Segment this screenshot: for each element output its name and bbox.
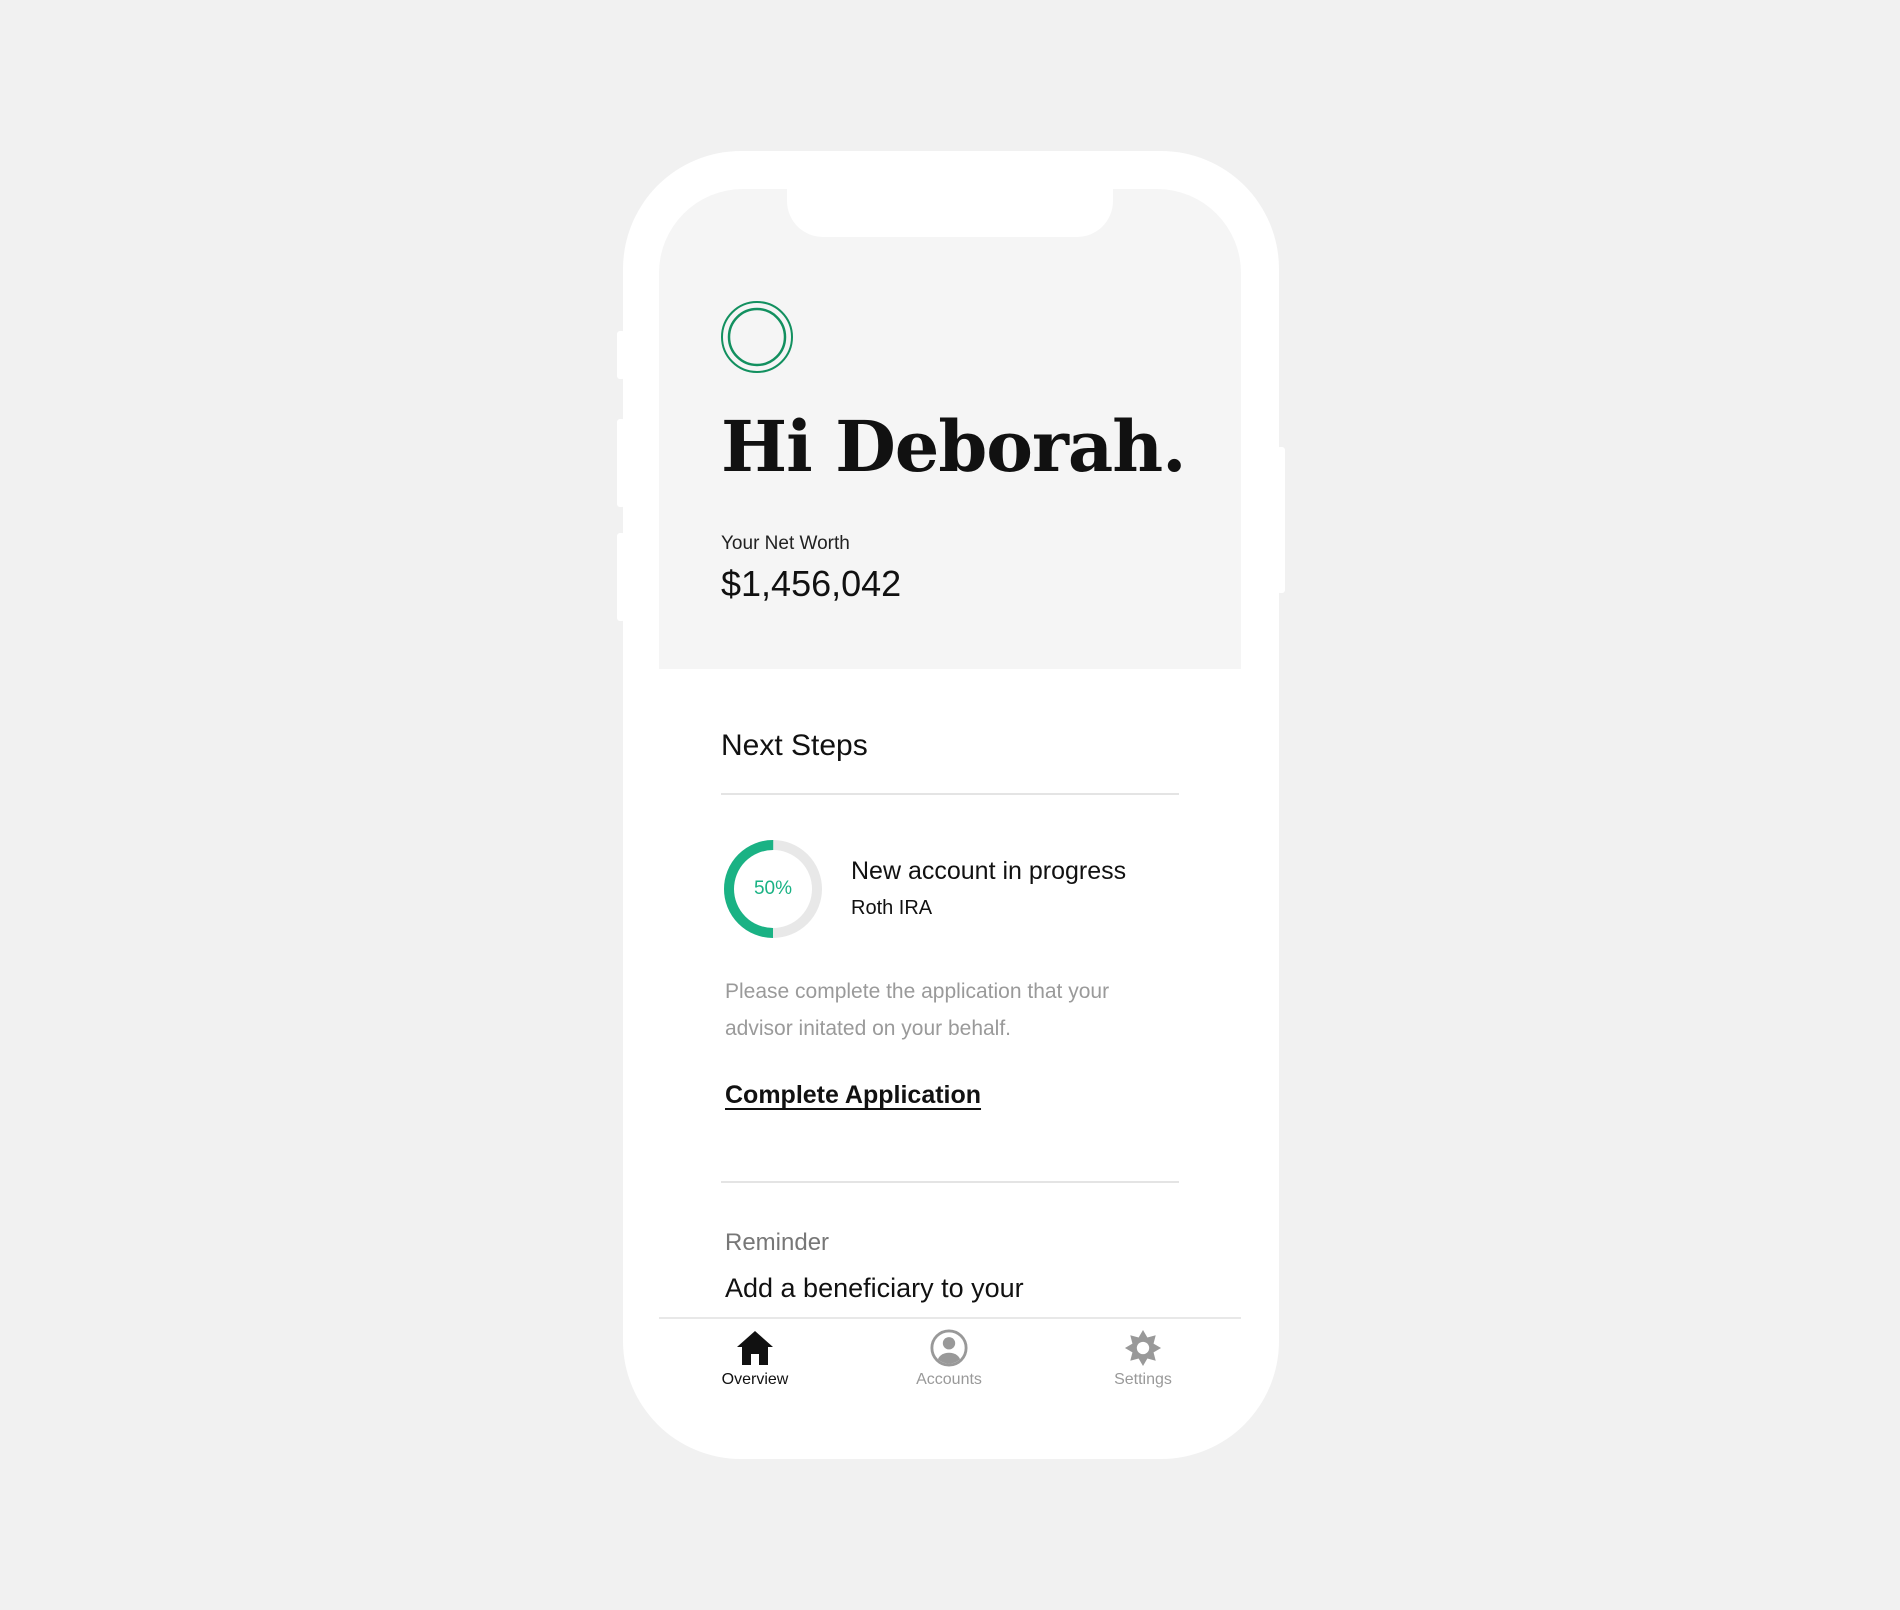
section-title: Next Steps bbox=[721, 729, 868, 762]
side-button-power bbox=[1277, 447, 1285, 593]
complete-application-link[interactable]: Complete Application bbox=[725, 1081, 981, 1110]
tab-label: Overview bbox=[721, 1371, 789, 1388]
net-worth-value: $1,456,042 bbox=[721, 563, 902, 604]
reminder-text: Add a beneficiary to your bbox=[725, 1273, 1024, 1303]
task-title: New account in progress bbox=[851, 857, 1127, 885]
notch bbox=[787, 189, 1113, 237]
phone-screen: Hi Deborah. Your Net Worth $1,456,042 Ne… bbox=[659, 189, 1241, 1377]
divider bbox=[721, 793, 1179, 795]
divider bbox=[721, 1181, 1179, 1183]
task-subtitle: Roth IRA bbox=[851, 897, 933, 919]
task-description: Please complete the application that you… bbox=[725, 980, 1110, 1040]
tab-bar: Overview Accounts Settings bbox=[659, 1317, 1241, 1411]
home-icon bbox=[737, 1331, 773, 1365]
side-button-volume-up bbox=[617, 419, 625, 507]
tab-accounts[interactable]: Accounts bbox=[889, 1329, 1009, 1389]
ring-logo-icon bbox=[721, 301, 793, 373]
reminder-label: Reminder bbox=[725, 1229, 830, 1256]
user-circle-icon bbox=[930, 1329, 968, 1367]
tab-settings[interactable]: Settings bbox=[1083, 1329, 1203, 1389]
side-button-mute bbox=[617, 331, 625, 379]
next-steps-section: Next Steps 50% New account in progress R… bbox=[659, 669, 1241, 1377]
page-title: Hi Deborah. bbox=[721, 405, 1186, 488]
tab-label: Accounts bbox=[916, 1371, 982, 1388]
net-worth-label: Your Net Worth bbox=[721, 533, 850, 554]
header-section: Hi Deborah. Your Net Worth $1,456,042 bbox=[659, 189, 1241, 669]
gear-icon bbox=[1124, 1329, 1162, 1367]
side-button-volume-down bbox=[617, 533, 625, 621]
progress-percent: 50% bbox=[753, 878, 793, 899]
phone-frame: Hi Deborah. Your Net Worth $1,456,042 Ne… bbox=[617, 151, 1285, 1459]
tab-label: Settings bbox=[1114, 1371, 1172, 1388]
tab-overview[interactable]: Overview bbox=[695, 1329, 815, 1389]
